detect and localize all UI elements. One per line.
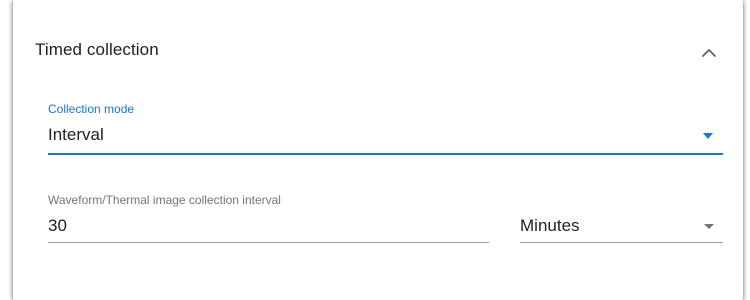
section-title: Timed collection bbox=[35, 40, 159, 59]
interval-label: Waveform/Thermal image collection interv… bbox=[48, 193, 281, 207]
unit-underline bbox=[520, 242, 723, 243]
collection-mode-label: Collection mode bbox=[48, 102, 135, 116]
triangle-down-icon bbox=[704, 224, 714, 229]
collection-mode-underline bbox=[48, 153, 723, 155]
unit-value: Minutes bbox=[520, 216, 580, 235]
collection-mode-select[interactable]: Collection mode Interval bbox=[48, 96, 723, 158]
chevron-up-icon bbox=[702, 49, 716, 57]
collection-mode-value: Interval bbox=[48, 125, 104, 144]
interval-value: 30 bbox=[48, 216, 67, 235]
unit-select[interactable]: Minutes bbox=[520, 186, 723, 246]
interval-underline bbox=[48, 242, 489, 243]
interval-input[interactable]: Waveform/Thermal image collection interv… bbox=[48, 186, 489, 246]
collapse-button[interactable] bbox=[696, 40, 722, 66]
triangle-down-icon bbox=[703, 133, 713, 139]
